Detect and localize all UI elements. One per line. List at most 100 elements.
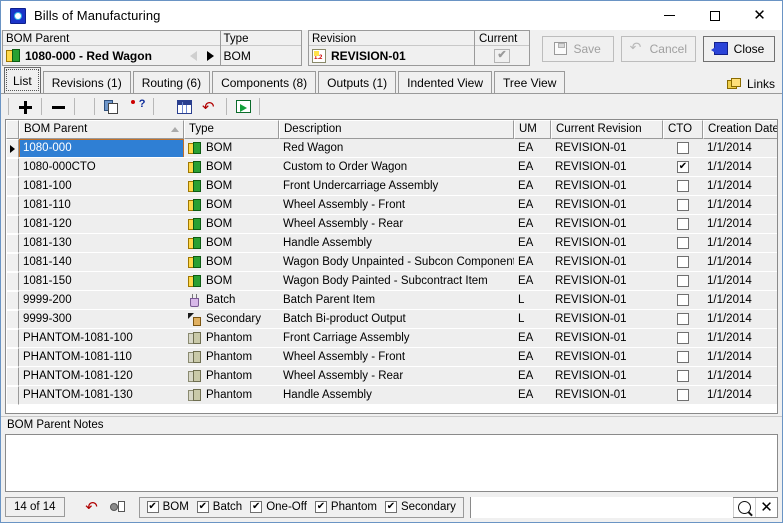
- filter-checkbox[interactable]: ✔: [146, 501, 159, 513]
- row-selector[interactable]: [6, 253, 19, 272]
- cell-um[interactable]: EA: [514, 139, 551, 158]
- table-row[interactable]: 1081-140 BOM Wagon Body Unpainted - Subcon…: [6, 253, 777, 272]
- row-selector[interactable]: [6, 310, 19, 329]
- row-selector[interactable]: [6, 348, 19, 367]
- cell-um[interactable]: EA: [514, 234, 551, 253]
- cell-creation-date[interactable]: 1/1/2014: [703, 234, 777, 253]
- cell-bom-parent[interactable]: 9999-200: [19, 291, 184, 310]
- cell-cto[interactable]: [663, 348, 703, 367]
- cell-cto[interactable]: [663, 234, 703, 253]
- cell-type[interactable]: BOM: [184, 177, 279, 196]
- next-record-icon[interactable]: [206, 50, 214, 61]
- row-selector[interactable]: [6, 177, 19, 196]
- cell-type[interactable]: Phantom: [184, 329, 279, 348]
- cell-um[interactable]: EA: [514, 348, 551, 367]
- tab-tree-view[interactable]: Tree View: [494, 71, 566, 93]
- table-row[interactable]: PHANTOM-1081-120 Phantom Wheel Assembly - …: [6, 367, 777, 386]
- table-row[interactable]: 1081-120 BOM Wheel Assembly - Rear EA REVISI…: [6, 215, 777, 234]
- column-header-description[interactable]: Description: [279, 120, 514, 139]
- table-row[interactable]: 1080-000CTO BOM Custom to Order Wagon EA REV…: [6, 158, 777, 177]
- column-header-type[interactable]: Type: [184, 120, 279, 139]
- cto-checkbox[interactable]: [677, 180, 689, 192]
- cell-cto[interactable]: [663, 177, 703, 196]
- filter-checkbox[interactable]: ✔: [196, 501, 209, 513]
- cto-checkbox[interactable]: [677, 199, 689, 211]
- cell-creation-date[interactable]: 1/1/2014: [703, 329, 777, 348]
- cell-creation-date[interactable]: 1/1/2014: [703, 348, 777, 367]
- cell-current-revision[interactable]: REVISION-01: [551, 215, 663, 234]
- cell-current-revision[interactable]: REVISION-01: [551, 158, 663, 177]
- cell-bom-parent[interactable]: 1081-150: [19, 272, 184, 291]
- revision-field[interactable]: Revision REVISION-01: [309, 31, 474, 65]
- cell-description[interactable]: Batch Bi-product Output: [279, 310, 514, 329]
- cell-creation-date[interactable]: 1/1/2014: [703, 310, 777, 329]
- column-header-cto[interactable]: CTO: [663, 120, 703, 139]
- row-selector[interactable]: [6, 329, 19, 348]
- cancel-button[interactable]: ↶ Cancel: [620, 35, 696, 62]
- cto-checkbox[interactable]: [677, 351, 689, 363]
- cto-checkbox[interactable]: [677, 370, 689, 382]
- row-selector[interactable]: [6, 215, 19, 234]
- cell-current-revision[interactable]: REVISION-01: [551, 177, 663, 196]
- cell-description[interactable]: Wagon Body Unpainted - Subcon Component: [279, 253, 514, 272]
- cell-current-revision[interactable]: REVISION-01: [551, 196, 663, 215]
- cell-current-revision[interactable]: REVISION-01: [551, 253, 663, 272]
- search-input[interactable]: [470, 496, 733, 518]
- cell-cto[interactable]: [663, 253, 703, 272]
- cell-description[interactable]: Wagon Body Painted - Subcontract Item: [279, 272, 514, 291]
- cto-checkbox[interactable]: [677, 294, 689, 306]
- cell-description[interactable]: Batch Parent Item: [279, 291, 514, 310]
- table-row[interactable]: PHANTOM-1081-110 Phantom Wheel Assembly - …: [6, 348, 777, 367]
- cell-creation-date[interactable]: 1/1/2014: [703, 253, 777, 272]
- cto-checkbox[interactable]: [677, 237, 689, 249]
- cell-description[interactable]: Handle Assembly: [279, 234, 514, 253]
- cell-um[interactable]: EA: [514, 253, 551, 272]
- cell-description[interactable]: Wheel Assembly - Front: [279, 348, 514, 367]
- cell-current-revision[interactable]: REVISION-01: [551, 386, 663, 405]
- cto-checkbox[interactable]: [677, 275, 689, 287]
- cell-current-revision[interactable]: REVISION-01: [551, 367, 663, 386]
- cell-bom-parent[interactable]: PHANTOM-1081-120: [19, 367, 184, 386]
- bom-parent-field[interactable]: BOM Parent 1080-000 - Red Wagon: [3, 31, 220, 65]
- filter-one-off[interactable]: ✔ One-Off: [250, 501, 307, 513]
- cell-creation-date[interactable]: 1/1/2014: [703, 367, 777, 386]
- row-selector[interactable]: [6, 196, 19, 215]
- cell-description[interactable]: Wheel Assembly - Rear: [279, 215, 514, 234]
- cell-um[interactable]: EA: [514, 367, 551, 386]
- clear-search-button[interactable]: ✕: [755, 497, 777, 517]
- column-header-creation-date[interactable]: Creation Date: [703, 120, 777, 139]
- cell-creation-date[interactable]: 1/1/2014: [703, 272, 777, 291]
- filter-settings-button[interactable]: [105, 497, 131, 517]
- refresh-button[interactable]: ↶: [79, 497, 105, 517]
- cell-cto[interactable]: [663, 139, 703, 158]
- cell-creation-date[interactable]: 1/1/2014: [703, 215, 777, 234]
- cell-um[interactable]: L: [514, 310, 551, 329]
- cto-checkbox[interactable]: [677, 256, 689, 268]
- tab-components-8[interactable]: Components (8): [212, 71, 317, 93]
- cell-cto[interactable]: [663, 386, 703, 405]
- cell-type[interactable]: Phantom: [184, 348, 279, 367]
- table-row[interactable]: 9999-300 Secondary Batch Bi-product Output…: [6, 310, 777, 329]
- cell-um[interactable]: EA: [514, 272, 551, 291]
- cell-description[interactable]: Front Undercarriage Assembly: [279, 177, 514, 196]
- grid-view-button[interactable]: [171, 95, 197, 118]
- cell-um[interactable]: EA: [514, 196, 551, 215]
- tab-list[interactable]: List: [4, 67, 41, 93]
- cell-type[interactable]: BOM: [184, 234, 279, 253]
- undo-button[interactable]: ↶: [197, 95, 223, 118]
- cell-bom-parent[interactable]: PHANTOM-1081-110: [19, 348, 184, 367]
- cell-type[interactable]: Phantom: [184, 386, 279, 405]
- row-selector[interactable]: [6, 158, 19, 177]
- maximize-button[interactable]: [692, 1, 737, 30]
- row-selector[interactable]: [6, 386, 19, 405]
- cell-um[interactable]: EA: [514, 386, 551, 405]
- cell-um[interactable]: EA: [514, 177, 551, 196]
- table-row[interactable]: PHANTOM-1081-100 Phantom Front Carriage As…: [6, 329, 777, 348]
- table-row[interactable]: 9999-200 Batch Batch Parent Item L REVISION-…: [6, 291, 777, 310]
- cell-current-revision[interactable]: REVISION-01: [551, 234, 663, 253]
- cell-current-revision[interactable]: REVISION-01: [551, 272, 663, 291]
- row-selector[interactable]: [6, 234, 19, 253]
- cell-um[interactable]: EA: [514, 215, 551, 234]
- cell-um[interactable]: L: [514, 291, 551, 310]
- table-row[interactable]: 1081-130 BOM Handle Assembly EA REVISION-01 1…: [6, 234, 777, 253]
